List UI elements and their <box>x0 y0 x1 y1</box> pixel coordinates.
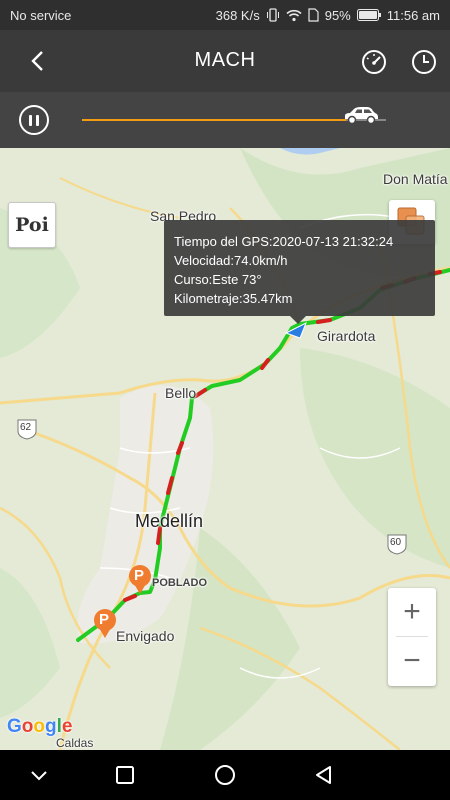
battery-percent: 95% <box>324 7 351 23</box>
wifi-icon <box>286 9 302 22</box>
clock-icon <box>412 50 436 74</box>
heading-text: Curso:Este 73° <box>174 272 262 287</box>
speedometer-icon <box>362 50 386 74</box>
speed-text: Velocidad:74.0km/h <box>174 253 288 268</box>
chevron-down-icon <box>31 771 47 781</box>
pause-button[interactable] <box>19 105 49 135</box>
square-icon <box>116 766 134 784</box>
place-envigado: Envigado <box>116 628 175 644</box>
gps-time-text: Tiempo del GPS:2020-07-13 21:32:24 <box>174 234 394 249</box>
triangle-icon <box>316 766 331 784</box>
sim-icon <box>308 8 319 22</box>
history-button[interactable] <box>410 48 438 76</box>
speedometer-button[interactable] <box>360 48 388 76</box>
google-logo: Google <box>7 716 73 737</box>
poi-button[interactable]: Poi <box>8 202 56 248</box>
nav-home-button[interactable] <box>214 764 236 786</box>
nav-recents-button[interactable] <box>114 764 136 786</box>
parking-marker-label: P <box>134 567 145 584</box>
circle-icon <box>215 765 235 785</box>
vehicle-info-popup: Tiempo del GPS:2020-07-13 21:32:24 Veloc… <box>164 220 435 324</box>
parking-marker-label: P <box>99 611 110 628</box>
place-poblado: POBLADO <box>152 577 207 589</box>
zoom-in-button[interactable]: + <box>388 588 436 636</box>
zoom-control: + − <box>388 588 436 686</box>
mileage-text: Kilometraje:35.47km <box>174 291 293 306</box>
place-bello: Bello <box>165 385 197 401</box>
place-don-matias: Don Matía <box>383 171 448 187</box>
vibrate-icon <box>266 8 280 22</box>
route-60-label: 60 <box>390 537 402 548</box>
route-62-label: 62 <box>20 422 32 433</box>
pause-icon <box>29 114 32 126</box>
zoom-out-button[interactable]: − <box>388 637 436 685</box>
playback-progress <box>82 119 347 121</box>
place-medellin: Medellín <box>135 511 204 531</box>
status-bar: No service 368 K/s 95% 11:56 am <box>0 0 450 30</box>
car-icon <box>345 107 379 125</box>
network-speed: 368 K/s <box>215 7 260 23</box>
playback-car-handle[interactable] <box>342 105 380 127</box>
map-view[interactable]: P P 62 60 Don Matía San Pedro Girardota … <box>0 148 450 750</box>
battery-icon <box>356 9 381 21</box>
system-nav-bar <box>0 750 450 800</box>
playback-track[interactable] <box>82 119 386 121</box>
place-girardota: Girardota <box>317 328 376 344</box>
carrier-text: No service <box>10 7 72 23</box>
playback-bar <box>0 92 450 148</box>
app-header: MACH <box>0 30 450 92</box>
nav-hide-button[interactable] <box>28 764 50 786</box>
clock-time: 11:56 am <box>386 7 440 23</box>
place-caldas: Caldas <box>56 736 94 750</box>
nav-back-button[interactable] <box>313 764 335 786</box>
